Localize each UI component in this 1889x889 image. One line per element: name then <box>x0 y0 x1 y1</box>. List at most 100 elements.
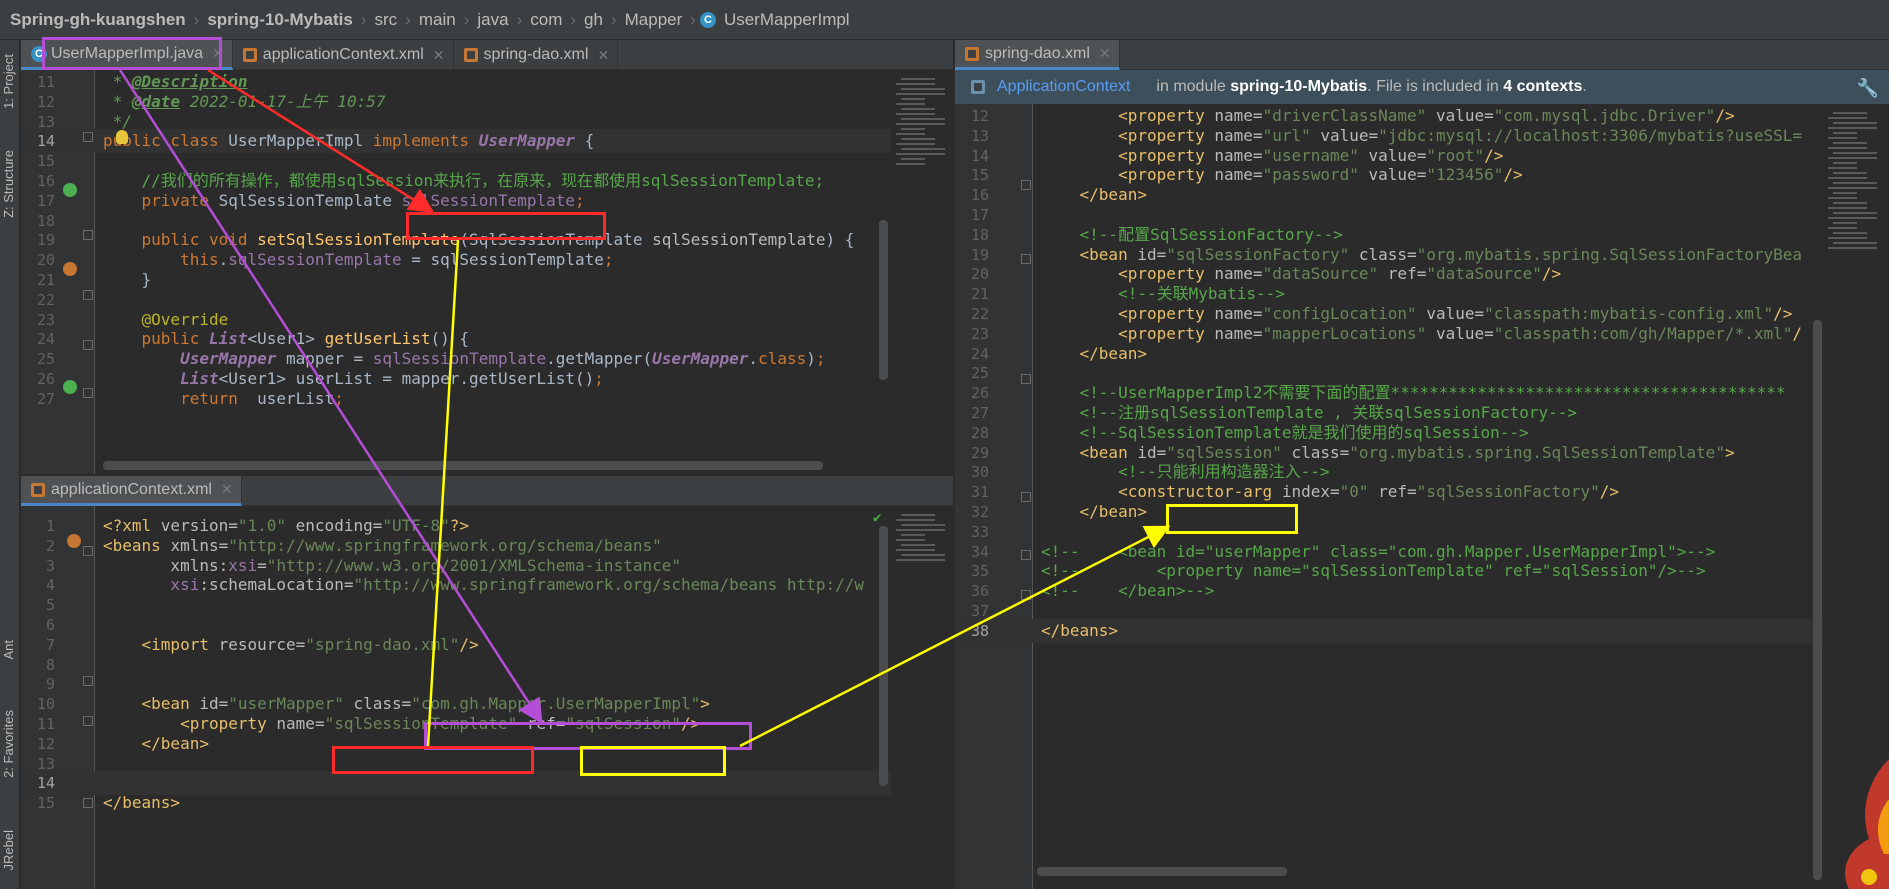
code-line: </bean> <box>1041 342 1147 366</box>
structure-tool-button[interactable]: Z: Structure <box>1 150 16 218</box>
minimap-line <box>901 78 935 80</box>
close-tab-icon[interactable]: ✕ <box>221 481 233 498</box>
vertical-scrollbar[interactable] <box>1813 320 1822 880</box>
spring-beans-gutter-icon[interactable] <box>67 534 81 548</box>
fold-icon[interactable] <box>1021 492 1031 502</box>
fold-icon[interactable] <box>1021 180 1031 190</box>
code-token: </beans> <box>1041 620 1119 640</box>
breadcrumb-item[interactable]: gh <box>580 10 607 30</box>
code-token: "configLocation" <box>1262 304 1427 323</box>
breadcrumb-item[interactable]: java <box>473 10 512 30</box>
fold-icon[interactable] <box>1021 254 1031 264</box>
code-token: UserMapper <box>652 349 749 369</box>
minimap-line <box>901 554 945 556</box>
code-token: <!--只能利用构造器注入--> <box>1041 462 1330 482</box>
implements-gutter-icon[interactable] <box>63 183 77 197</box>
breadcrumb-item[interactable]: src <box>371 10 402 30</box>
intention-bulb-icon[interactable] <box>116 130 128 144</box>
code-area[interactable]: 1 <?xml version="1.0" encoding="UTF-8"?> 2… <box>21 506 891 889</box>
code-token: public void <box>103 230 258 250</box>
code-token: "password" <box>1262 165 1369 185</box>
horizontal-scrollbar[interactable] <box>1037 867 1287 876</box>
breadcrumb-item[interactable]: UserMapperImpl <box>720 10 854 30</box>
favorites-tool-button[interactable]: 2: Favorites <box>1 710 16 778</box>
code-token: "userMapper" <box>228 694 354 714</box>
code-token: <beans <box>103 535 171 555</box>
class-icon: C <box>699 11 716 28</box>
breadcrumb-item[interactable]: main <box>415 10 460 30</box>
bean-gutter-icon[interactable] <box>63 262 77 276</box>
fold-icon[interactable] <box>83 798 93 808</box>
code-token: value= <box>1435 323 1494 343</box>
code-token: value= <box>1435 106 1494 125</box>
code-token: "sqlSessionFactory" <box>1416 482 1600 502</box>
jrebel-tool-button[interactable]: JRebel <box>1 830 16 870</box>
close-tab-icon[interactable]: ✕ <box>212 45 224 62</box>
minimap-line <box>1833 142 1867 144</box>
code-token: /> <box>1599 482 1619 502</box>
vertical-scrollbar[interactable] <box>879 526 888 786</box>
override-gutter-icon[interactable] <box>63 380 77 394</box>
code-token: <property <box>1041 106 1215 125</box>
fold-icon[interactable] <box>83 230 93 240</box>
code-token: > <box>1724 442 1735 462</box>
breadcrumb-item[interactable]: spring-10-Mybatis <box>203 10 356 30</box>
code-token: /> <box>680 714 701 733</box>
breadcrumb-item[interactable]: Spring-gh-kuangshen <box>6 10 190 30</box>
fold-icon[interactable] <box>83 132 93 142</box>
code-token: /> <box>459 634 479 654</box>
code-token: ; <box>815 349 826 369</box>
mascot-icon <box>1845 759 1889 889</box>
breadcrumb-item[interactable]: Mapper <box>621 10 687 30</box>
close-tab-icon[interactable]: ✕ <box>1099 45 1111 62</box>
xml-file-icon <box>965 46 979 61</box>
fold-icon[interactable] <box>83 546 93 556</box>
code-token: "driverClassName" <box>1262 106 1436 125</box>
close-tab-icon[interactable]: ✕ <box>433 47 445 64</box>
code-token: this <box>103 250 219 270</box>
code-token: . <box>748 349 759 369</box>
editor-tab[interactable]: applicationContext.xml ✕ <box>233 40 454 70</box>
editor-tab[interactable]: applicationContext.xml ✕ <box>21 476 242 506</box>
editor-tab[interactable]: C UserMapperImpl.java ✕ <box>21 40 233 70</box>
minimap-line <box>896 163 925 165</box>
code-token: <import <box>103 634 219 654</box>
code-token: ?> <box>449 516 470 535</box>
application-context-link[interactable]: ApplicationContext <box>997 78 1130 96</box>
fold-icon[interactable] <box>1021 550 1031 560</box>
fold-icon[interactable] <box>83 676 93 686</box>
code-token: "url" <box>1262 125 1321 145</box>
minimap-line <box>1828 117 1867 119</box>
fold-icon[interactable] <box>83 716 93 726</box>
fold-icon[interactable] <box>83 290 93 300</box>
breadcrumb-item[interactable]: com <box>526 10 566 30</box>
fold-icon[interactable] <box>83 340 93 350</box>
project-tool-button[interactable]: 1: Project <box>1 54 16 109</box>
minimap-line <box>896 103 925 105</box>
fold-icon[interactable] <box>83 388 93 398</box>
editor-tab[interactable]: spring-dao.xml ✕ <box>454 40 619 70</box>
code-area[interactable]: 11 * @Description 12 * @date 2022-01-17-上… <box>21 70 891 474</box>
minimap-line <box>896 549 935 551</box>
code-token: "com.gh.Mapper.UserMapperImpl" <box>411 694 701 714</box>
editor-pane-spring-dao: spring-dao.xml ✕ ApplicationContext in mo… <box>955 40 1889 889</box>
minimap-line <box>896 93 945 95</box>
code-token: . <box>218 250 229 270</box>
horizontal-scrollbar[interactable] <box>103 461 823 470</box>
code-token: UserMapperImpl <box>228 131 373 151</box>
minimap-line <box>896 83 935 85</box>
code-token: ) { <box>825 230 855 250</box>
code-area[interactable]: 12 <property name="driverClassName" valu… <box>955 104 1823 889</box>
code-token: UserMapper <box>478 131 576 151</box>
wrench-icon[interactable]: 🔧 <box>1857 78 1879 99</box>
code-line: public class UserMapperImpl implements U… <box>103 129 594 153</box>
code-token: @Description <box>131 72 248 91</box>
fold-icon[interactable] <box>1021 590 1031 600</box>
ant-tool-button[interactable]: Ant <box>1 640 16 660</box>
fold-icon[interactable] <box>1021 374 1031 384</box>
vertical-scrollbar[interactable] <box>879 220 888 380</box>
editor-tab[interactable]: spring-dao.xml ✕ <box>955 40 1120 70</box>
code-token: "0" <box>1339 482 1379 502</box>
close-tab-icon[interactable]: ✕ <box>597 47 609 64</box>
code-token: xsi <box>228 555 258 575</box>
